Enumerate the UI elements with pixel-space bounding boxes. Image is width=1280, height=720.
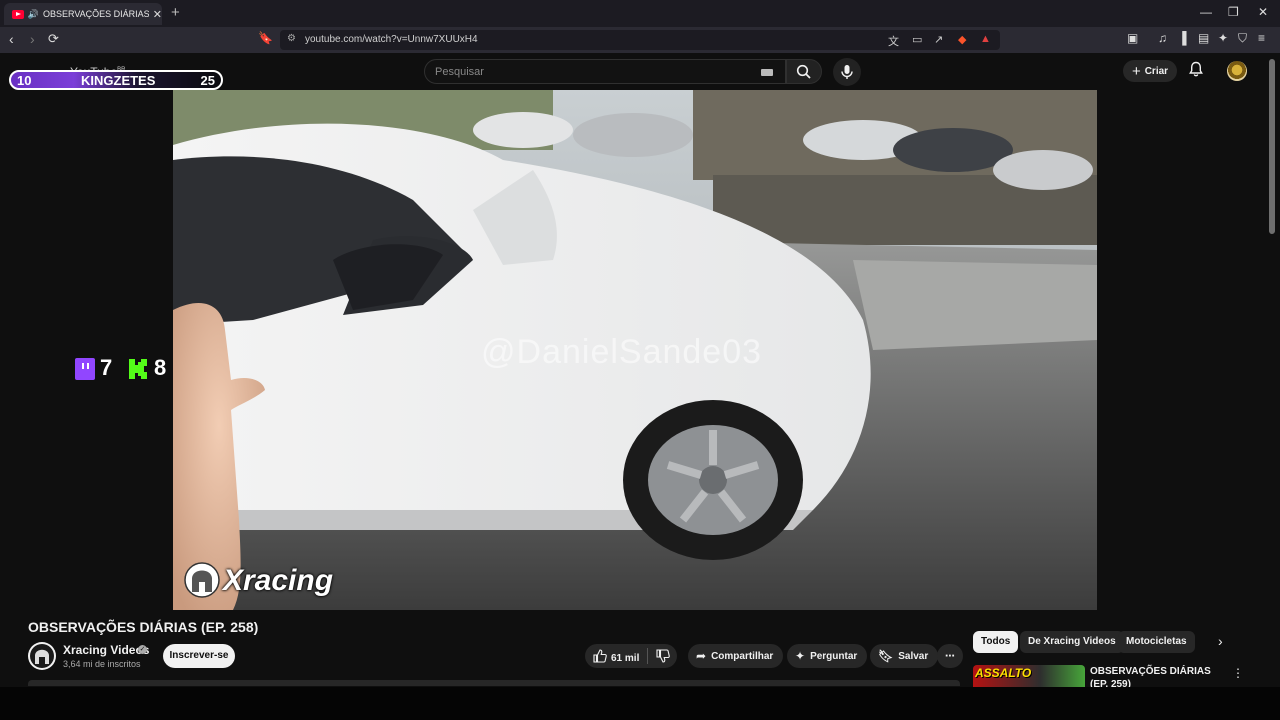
twitch-viewer-count: 7 — [100, 355, 113, 380]
more-actions-button[interactable]: ⋯ — [937, 644, 963, 668]
voice-search-button[interactable] — [833, 58, 861, 86]
channel-name[interactable]: Xracing Videos — [63, 643, 149, 657]
url-text[interactable]: youtube.com/watch?v=Unnw7XUUxH4 — [305, 34, 478, 45]
youtube-watch-page: YouTubeBR Pesquisar + Criar 10 KINGZETES… — [0, 53, 1280, 720]
score-left: 10 — [17, 73, 32, 88]
channel-avatar[interactable] — [28, 642, 56, 670]
chip-from-channel[interactable]: De Xracing Videos — [1020, 631, 1124, 653]
url-field[interactable]: ⚙ youtube.com/watch?v=Unnw7XUUxH4 文 ▭ ↗ … — [280, 30, 1000, 50]
chip-all[interactable]: Todos — [973, 631, 1019, 653]
scrollbar-thumb[interactable] — [1269, 59, 1275, 234]
score-name: KINGZETES — [81, 73, 156, 88]
new-tab-button[interactable]: + — [171, 4, 180, 21]
browser-tab-bar: 🔊 OBSERVAÇÕES DIÁRIAS (EP. 2 ✕ + — ❐ ✕ — [0, 0, 1280, 27]
save-icon: 🔖︎ — [878, 649, 894, 663]
save-button[interactable]: 🔖︎ Salvar — [870, 644, 939, 668]
kebab-menu-icon[interactable]: ⋮ — [1232, 666, 1244, 680]
forward-icon[interactable]: › — [30, 31, 35, 47]
spartan-helmet-icon — [184, 562, 220, 598]
chip-next-arrow-icon[interactable]: › — [1218, 633, 1223, 649]
reader-icon[interactable]: ▐ — [1178, 31, 1187, 45]
mic-icon — [841, 65, 853, 79]
xracing-logo: Xracing — [183, 560, 333, 602]
reload-icon[interactable]: ⟳ — [48, 31, 59, 47]
verified-icon: ✓ — [138, 645, 147, 654]
thumbnail-text: ASSALTO — [975, 666, 1032, 680]
cast-icon[interactable]: ▭ — [912, 33, 922, 46]
brave-shield-icon[interactable]: ◆ — [958, 33, 966, 46]
browser-address-bar: ‹ › ⟳ 🔖 ⚙ youtube.com/watch?v=Unnw7XUUxH… — [0, 27, 1280, 53]
description-box[interactable] — [28, 680, 960, 686]
plus-icon: + — [1131, 62, 1141, 80]
bottom-edge — [0, 687, 1280, 720]
kick-icon — [129, 359, 147, 379]
sparkle-icon: ✦ — [795, 649, 806, 663]
sidebar-toggle-icon[interactable]: ▣ — [1127, 31, 1138, 45]
kick-viewer-count: 8 — [154, 355, 167, 380]
translate-icon[interactable]: 文 — [888, 33, 899, 49]
menu-icon[interactable]: ≡ — [1258, 31, 1265, 45]
save-label: Salvar — [898, 650, 929, 662]
ai-icon[interactable]: ✦ — [1218, 31, 1228, 45]
chip-motorcycles[interactable]: Motocicletas — [1118, 631, 1195, 653]
create-label: Criar — [1144, 65, 1169, 77]
channel-logo-icon — [30, 644, 54, 668]
like-dislike-group: 61 mil — [585, 644, 677, 668]
youtube-favicon-icon — [12, 9, 24, 19]
divider — [647, 648, 649, 664]
dislike-icon — [656, 648, 671, 663]
dislike-button[interactable] — [656, 648, 671, 664]
ask-label: Perguntar — [810, 650, 858, 662]
avatar[interactable] — [1227, 61, 1247, 81]
share-button[interactable]: ➦ Compartilhar — [688, 644, 784, 668]
search-placeholder: Pesquisar — [435, 66, 484, 78]
back-icon[interactable]: ‹ — [9, 31, 14, 47]
score-right: 25 — [200, 73, 215, 88]
wallet-icon[interactable]: ▤ — [1198, 31, 1209, 45]
like-icon — [593, 648, 607, 663]
search-input[interactable]: Pesquisar — [424, 59, 786, 84]
video-watermark: @DanielSande03 — [481, 333, 763, 371]
scoreboard-overlay: 10 KINGZETES 25 — [9, 70, 223, 90]
video-player[interactable]: @DanielSande03 Xracing — [173, 90, 1097, 610]
bookmark-icon[interactable]: 🔖 — [258, 31, 273, 45]
search-button[interactable] — [786, 59, 822, 84]
like-button[interactable]: 61 mil — [593, 648, 640, 664]
ask-button[interactable]: ✦ Perguntar — [787, 644, 868, 668]
vpn-icon[interactable]: ⛉ — [1238, 31, 1247, 46]
search-icon — [796, 64, 811, 79]
video-title: OBSERVAÇÕES DIÁRIAS (EP. 258) — [28, 619, 259, 635]
music-icon[interactable]: ♫ — [1158, 31, 1167, 45]
xracing-logo-text: Xracing — [223, 564, 334, 597]
twitch-icon — [75, 358, 95, 380]
like-count: 61 mil — [611, 652, 640, 664]
subscriber-count: 3,64 mi de inscritos — [63, 659, 141, 669]
share-page-icon[interactable]: ↗ — [934, 33, 943, 46]
share-label: Compartilhar — [711, 650, 774, 662]
create-button[interactable]: + Criar — [1123, 60, 1177, 82]
tab-close-icon[interactable]: ✕ — [153, 8, 162, 21]
bell-icon[interactable] — [1189, 61, 1203, 80]
keyboard-icon[interactable] — [761, 69, 773, 76]
page-scrollbar[interactable] — [1269, 53, 1275, 686]
window-minimize-button[interactable]: — — [1200, 5, 1212, 19]
window-restore-button[interactable]: ❐ — [1228, 5, 1239, 19]
window-close-button[interactable]: ✕ — [1258, 5, 1268, 19]
browser-tab-active[interactable]: 🔊 OBSERVAÇÕES DIÁRIAS (EP. 2 ✕ — [4, 3, 162, 25]
tab-title: OBSERVAÇÕES DIÁRIAS (EP. 2 — [42, 9, 149, 19]
rewards-icon[interactable]: ▲ — [980, 33, 991, 45]
share-icon: ➦ — [696, 649, 707, 663]
speaker-icon[interactable]: 🔊 — [28, 9, 39, 20]
site-info-icon[interactable]: ⚙ — [287, 33, 296, 44]
subscribe-button[interactable]: Inscrever-se — [163, 644, 235, 668]
